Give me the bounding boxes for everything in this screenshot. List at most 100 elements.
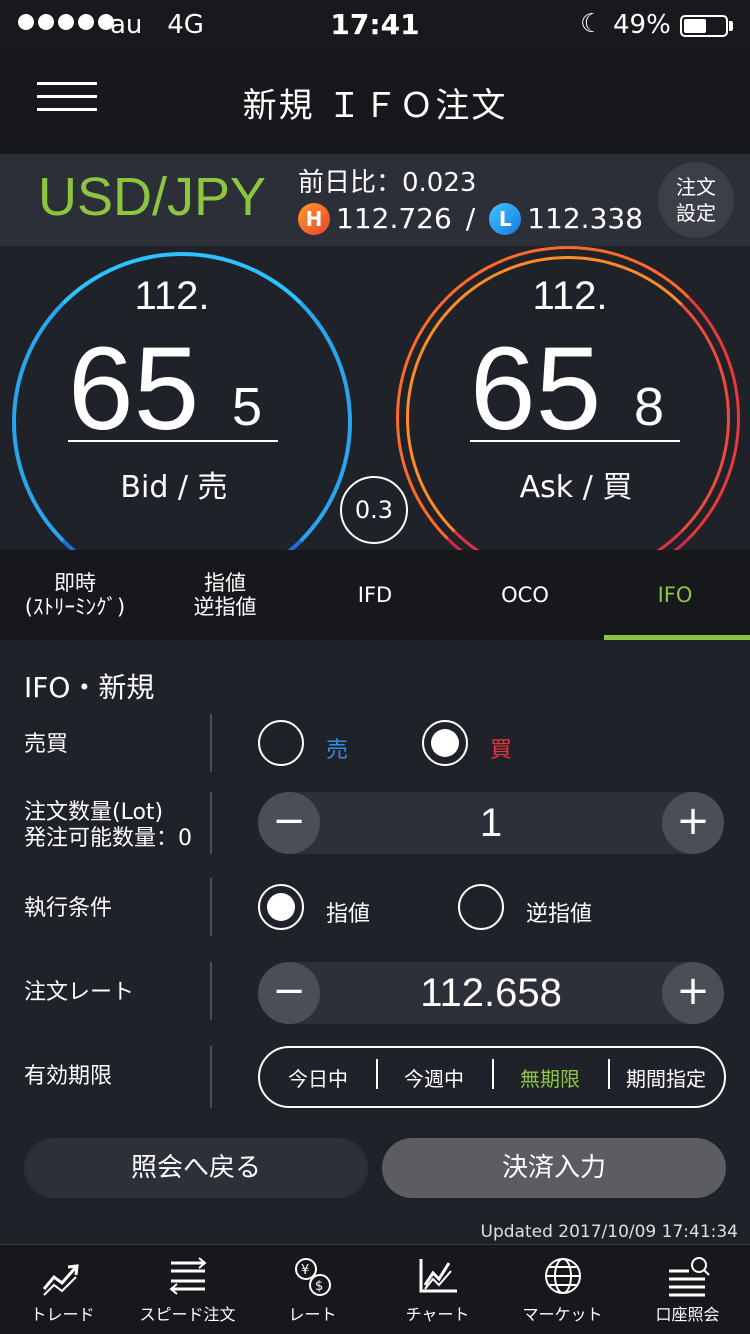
- svg-text:$: $: [315, 1279, 323, 1294]
- nav-item-chart[interactable]: チャート: [375, 1245, 500, 1334]
- app-header: 新規 ＩＦＯ注文: [0, 48, 750, 154]
- bid-last-digit: 5: [232, 377, 263, 437]
- low-badge-icon: L: [489, 202, 522, 235]
- side-label: 売買: [24, 732, 69, 757]
- tab-oco[interactable]: OCO: [450, 550, 600, 640]
- nav-label: マーケット: [522, 1304, 603, 1324]
- limit-label[interactable]: 指値: [326, 896, 370, 928]
- condition-label: 執行条件: [24, 896, 113, 921]
- row-divider: [210, 714, 212, 772]
- page-title: 新規 ＩＦＯ注文: [242, 86, 508, 126]
- spread-badge: 0.3: [340, 476, 408, 544]
- battery-icon: [680, 15, 728, 37]
- ask-main-digits: 65: [470, 323, 602, 455]
- ask-underline: [470, 440, 680, 442]
- nav-item-trade[interactable]: トレード: [0, 1245, 125, 1334]
- sell-label[interactable]: 売: [326, 732, 348, 764]
- bid-main-digits: 65: [68, 323, 200, 455]
- tab-ifo[interactable]: IFO: [600, 550, 750, 640]
- ask-prefix: 112.: [532, 274, 608, 318]
- order-settings-label-line1: 注文: [676, 175, 716, 199]
- expiry-selector: 今日中 今週中 無期限 期間指定: [258, 1046, 726, 1108]
- do-not-disturb-icon: ☾: [580, 9, 604, 39]
- rate-minus-button[interactable]: −: [258, 962, 320, 1024]
- tab-sublabel: (ｽﾄﾘｰﾐﾝｸﾞ): [24, 595, 126, 619]
- globe-icon: [544, 1257, 581, 1294]
- form-title: IFO・新規: [24, 671, 155, 704]
- nav-item-account[interactable]: 口座照会: [625, 1245, 750, 1334]
- nav-item-market[interactable]: マーケット: [500, 1245, 625, 1334]
- status-bar: au 4G 17:41 ☾ 49%: [0, 0, 750, 48]
- tab-limit-stop[interactable]: 指値 逆指値: [150, 550, 300, 640]
- settlement-input-button[interactable]: 決済入力: [382, 1138, 726, 1198]
- order-settings-label-line2: 設定: [676, 201, 716, 225]
- low-value: 112.338: [527, 202, 644, 235]
- quantity-stepper: − 1 +: [258, 792, 724, 854]
- nav-item-rate[interactable]: ¥ $ レート: [250, 1245, 375, 1334]
- available-quantity-label: 発注可能数量：0: [24, 826, 192, 851]
- limit-radio[interactable]: [258, 884, 304, 930]
- battery-percent: 49%: [613, 10, 671, 40]
- row-divider: [210, 878, 212, 936]
- rate-input[interactable]: 112.658: [320, 962, 662, 1024]
- bottom-nav: トレード スピード注文 ¥ $ レート チャート マーケット 口座照会: [0, 1244, 750, 1334]
- tab-label: 指値: [204, 571, 246, 595]
- tab-label: 即時: [53, 571, 96, 595]
- nav-item-speed-order[interactable]: スピード注文: [125, 1245, 250, 1334]
- sell-radio[interactable]: [258, 720, 304, 766]
- nav-label: チャート: [405, 1304, 470, 1324]
- tab-ifd[interactable]: IFD: [300, 550, 450, 640]
- bid-underline: [68, 440, 278, 442]
- stop-radio[interactable]: [458, 884, 504, 930]
- expiry-today-option[interactable]: 今日中: [260, 1063, 376, 1092]
- battery-nub: [729, 21, 733, 31]
- rate-label: 注文レート: [24, 980, 135, 1005]
- order-settings-button[interactable]: 注文 設定: [658, 162, 734, 238]
- day-change: 前日比：0.023: [298, 168, 477, 198]
- expiry-unlimited-option[interactable]: 無期限: [492, 1058, 608, 1092]
- tab-label: IFD: [357, 583, 393, 607]
- buy-radio[interactable]: [422, 720, 468, 766]
- high-badge-icon: H: [298, 202, 330, 235]
- tab-sublabel: 逆指値: [193, 595, 257, 619]
- expiry-date-option[interactable]: 期間指定: [608, 1058, 724, 1092]
- quantity-plus-button[interactable]: +: [662, 792, 724, 854]
- high-value: 112.726: [336, 202, 452, 235]
- rate-plus-button[interactable]: +: [662, 962, 724, 1024]
- quantity-minus-button[interactable]: −: [258, 792, 320, 854]
- nav-label: レート: [288, 1304, 337, 1324]
- currency-rate-icon: ¥ $: [294, 1257, 331, 1296]
- trade-chart-icon: [42, 1263, 79, 1296]
- buy-label[interactable]: 買: [490, 732, 512, 764]
- nav-label: 口座照会: [655, 1304, 720, 1324]
- expiry-label: 有効期限: [24, 1064, 113, 1089]
- row-divider: [210, 1046, 212, 1108]
- svg-text:¥: ¥: [301, 1263, 309, 1278]
- ask-label: Ask / 買: [519, 470, 633, 505]
- row-divider: [210, 962, 212, 1020]
- quantity-label: 注文数量(Lot): [24, 800, 164, 825]
- tab-label: IFO: [657, 583, 693, 607]
- row-divider: [210, 792, 212, 854]
- tab-label: OCO: [501, 583, 549, 607]
- tab-streaming[interactable]: 即時 (ｽﾄﾘｰﾐﾝｸﾞ): [0, 550, 150, 640]
- rate-stepper: − 112.658 +: [258, 962, 724, 1024]
- currency-pair-symbol[interactable]: USD/JPY: [38, 166, 266, 228]
- back-to-inquiry-button[interactable]: 照会へ戻る: [24, 1138, 368, 1198]
- nav-label: トレード: [30, 1304, 95, 1324]
- currency-pair-bar: USD/JPY 前日比：0.023 H 112.726 / L 112.338 …: [0, 154, 750, 246]
- order-type-tabs: 即時 (ｽﾄﾘｰﾐﾝｸﾞ) 指値 逆指値 IFD OCO IFO: [0, 550, 750, 640]
- nav-label: スピード注文: [139, 1304, 236, 1324]
- bid-prefix: 112.: [134, 274, 210, 318]
- account-inquiry-icon: [668, 1256, 710, 1296]
- stop-label[interactable]: 逆指値: [526, 896, 592, 928]
- updated-timestamp: Updated 2017/10/09 17:41:34: [480, 1222, 739, 1242]
- expiry-week-option[interactable]: 今週中: [376, 1058, 492, 1092]
- high-low-separator: /: [465, 202, 476, 235]
- bid-label: Bid / 売: [120, 470, 228, 505]
- line-chart-icon: [419, 1258, 457, 1292]
- speed-order-icon: [168, 1256, 207, 1295]
- order-form: IFO・新規 売買 売 買 注文数量(Lot) 発注可能数量：0 − 1 + 執…: [0, 640, 750, 1244]
- quote-panel: 112. 65 5 Bid / 売 112. 65 8 Ask / 買 0.3: [0, 246, 750, 550]
- quantity-input[interactable]: 1: [320, 792, 662, 854]
